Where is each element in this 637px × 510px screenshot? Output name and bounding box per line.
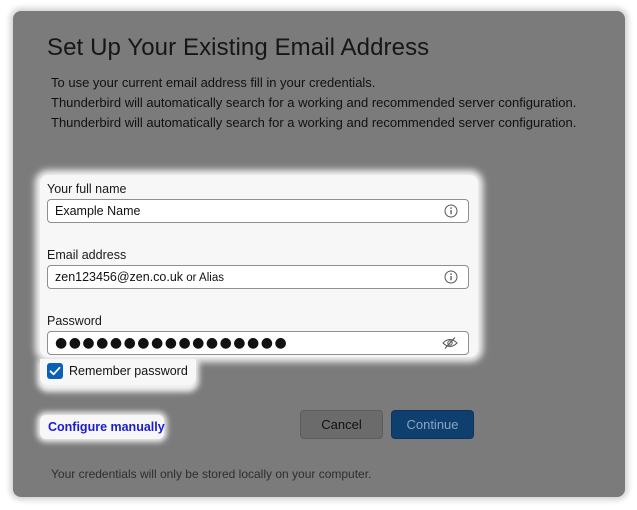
credentials-form: Your full name Example Name Email addres… xyxy=(40,175,478,357)
account-setup-dialog: Set Up Your Existing Email Address To us… xyxy=(13,11,625,497)
full-name-input[interactable]: Example Name xyxy=(47,199,469,223)
email-value: zen123456@zen.co.uk or Alias xyxy=(55,270,224,284)
remember-password-row[interactable]: Remember password xyxy=(40,359,196,385)
description-line: Thunderbird will automatically search fo… xyxy=(51,95,577,110)
remember-password-checkbox[interactable] xyxy=(47,363,63,379)
email-address-text: zen123456@zen.co.uk xyxy=(55,270,184,284)
email-alias-hint: or Alias xyxy=(183,272,224,284)
eye-slash-icon[interactable] xyxy=(442,336,458,350)
description-line: Thunderbird will automatically search fo… xyxy=(51,115,577,130)
info-icon[interactable] xyxy=(444,270,458,284)
cancel-button[interactable]: Cancel xyxy=(300,410,383,439)
dialog-title: Set Up Your Existing Email Address xyxy=(47,34,430,61)
continue-button[interactable]: Continue xyxy=(391,410,474,439)
configure-manually-label: Configure manually xyxy=(48,420,165,434)
description-line: To use your current email address fill i… xyxy=(51,75,376,90)
dialog-description: To use your current email address fill i… xyxy=(51,73,576,133)
checkmark-icon xyxy=(49,366,61,376)
password-label: Password xyxy=(47,314,102,328)
email-input[interactable]: zen123456@zen.co.uk or Alias xyxy=(47,265,469,289)
configure-manually-link[interactable]: Configure manually xyxy=(40,415,165,439)
full-name-label: Your full name xyxy=(47,182,127,196)
email-label: Email address xyxy=(47,248,127,262)
info-icon[interactable] xyxy=(444,204,458,218)
password-input[interactable]: ●●●●●●●●●●●●●●●●● xyxy=(47,331,469,355)
credentials-notice: Your credentials will only be stored loc… xyxy=(51,467,372,481)
password-value: ●●●●●●●●●●●●●●●●● xyxy=(55,335,289,351)
remember-password-label: Remember password xyxy=(69,364,188,378)
full-name-value: Example Name xyxy=(55,204,141,218)
